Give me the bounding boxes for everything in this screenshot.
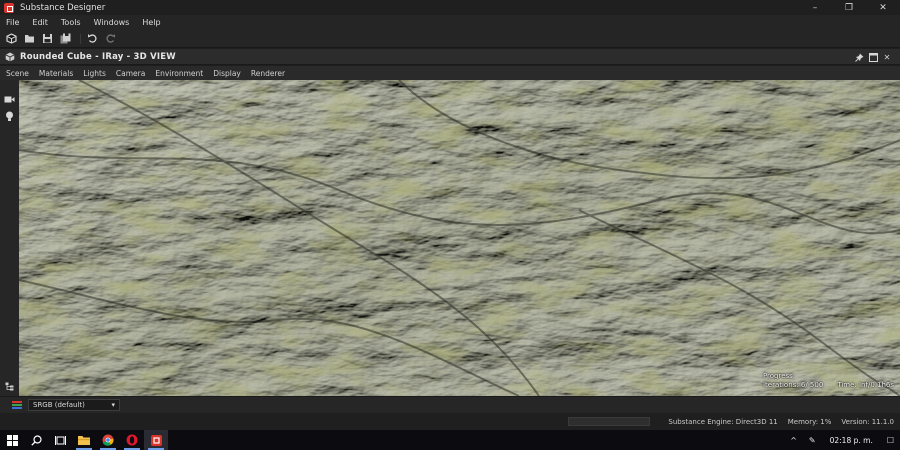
render-iterations: Iterations: 6/ 500 — [762, 381, 824, 389]
substance-designer-taskbar-icon[interactable] — [144, 430, 168, 450]
pen-icon[interactable]: ✎ — [809, 436, 816, 445]
status-progress-bar — [568, 417, 651, 426]
maximize-button[interactable]: ❐ — [832, 0, 866, 15]
colorspace-dropdown[interactable]: SRGB (default) ▾ — [28, 399, 120, 411]
colorspace-value: SRGB (default) — [33, 401, 85, 409]
opera-icon[interactable] — [120, 430, 144, 450]
view-menu-display[interactable]: Display — [213, 69, 241, 78]
chrome-icon[interactable] — [96, 430, 120, 450]
panel-close-icon[interactable]: ✕ — [880, 51, 894, 63]
system-tray: ^ ✎ 02:18 p. m. ☐ — [784, 430, 900, 450]
viewport-bottom-bar: SRGB (default) ▾ — [0, 396, 900, 413]
windows-taskbar: ^ ✎ 02:18 p. m. ☐ — [0, 430, 900, 450]
close-button[interactable]: ✕ — [866, 0, 900, 15]
colorspace-icon — [12, 400, 23, 411]
main-toolbar — [0, 30, 900, 48]
task-view-icon[interactable] — [48, 430, 72, 450]
window-controls: – ❐ ✕ — [798, 0, 900, 15]
pin-icon[interactable] — [852, 51, 866, 63]
panel-controls: ✕ — [852, 51, 894, 63]
render-stats-overlay: Progress: Iterations: 6/ 500 Time: Inf/0… — [763, 372, 894, 390]
view-menu-lights[interactable]: Lights — [83, 69, 106, 78]
cube-icon — [4, 51, 15, 62]
light-bulb-icon[interactable] — [3, 110, 16, 123]
windows-start-icon[interactable] — [0, 430, 24, 450]
menu-tools[interactable]: Tools — [61, 18, 81, 27]
title-bar: Substance Designer – ❐ ✕ — [0, 0, 900, 15]
new-package-icon[interactable] — [4, 32, 18, 46]
scene-tree-icon[interactable] — [3, 380, 16, 393]
view-menu-scene[interactable]: Scene — [6, 69, 29, 78]
save-all-icon[interactable] — [58, 32, 72, 46]
view-menu-renderer[interactable]: Renderer — [251, 69, 285, 78]
rock-material-render — [19, 80, 900, 396]
search-icon[interactable] — [24, 430, 48, 450]
menu-help[interactable]: Help — [142, 18, 160, 27]
3d-view-menu: Scene Materials Lights Camera Environmen… — [0, 66, 900, 80]
view-menu-environment[interactable]: Environment — [155, 69, 203, 78]
minimize-button[interactable]: – — [798, 0, 832, 15]
tray-chevron-icon[interactable]: ^ — [790, 436, 797, 445]
3d-viewport[interactable]: Progress: Iterations: 6/ 500 Time: Inf/0… — [19, 80, 900, 396]
float-icon[interactable] — [866, 51, 880, 63]
notification-icon[interactable]: ☐ — [887, 436, 894, 445]
redo-icon[interactable] — [103, 32, 117, 46]
open-icon[interactable] — [22, 32, 36, 46]
panel-title: Rounded Cube - IRay - 3D VIEW — [20, 51, 176, 62]
memory-status: Memory: 1% — [787, 417, 832, 426]
viewport-left-toolbar — [0, 80, 19, 396]
engine-status: Substance Engine: Direct3D 11 — [668, 417, 778, 426]
substance-designer-icon — [4, 2, 14, 13]
3d-view-panel-header: Rounded Cube - IRay - 3D VIEW ✕ — [0, 49, 900, 65]
chevron-down-icon: ▾ — [111, 401, 115, 409]
version-status: Version: 11.1.0 — [841, 417, 894, 426]
menu-file[interactable]: File — [6, 18, 19, 27]
status-bar: Substance Engine: Direct3D 11 Memory: 1%… — [0, 413, 900, 430]
menu-edit[interactable]: Edit — [32, 18, 48, 27]
camera-icon[interactable] — [3, 93, 16, 106]
render-time: Time: Inf/0.1h6s — [837, 381, 894, 389]
menu-bar: File Edit Tools Windows Help — [0, 15, 900, 30]
app-title: Substance Designer — [20, 2, 106, 13]
view-menu-materials[interactable]: Materials — [39, 69, 73, 78]
file-explorer-icon[interactable] — [72, 430, 96, 450]
view-menu-camera[interactable]: Camera — [116, 69, 145, 78]
save-icon[interactable] — [40, 32, 54, 46]
render-progress-label: Progress: — [762, 372, 796, 380]
undo-icon[interactable] — [85, 32, 99, 46]
menu-windows[interactable]: Windows — [94, 18, 130, 27]
toolbar-separator — [80, 33, 81, 44]
taskbar-clock[interactable]: 02:18 p. m. — [830, 436, 873, 445]
